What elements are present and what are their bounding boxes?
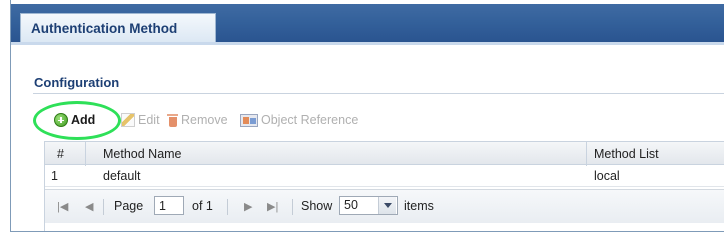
column-header-method-name[interactable]: Method Name [103,147,182,161]
column-divider [586,142,587,166]
pagination-bar: |◀ ◀ Page of 1 ▶ ▶| Show 50 items [45,189,724,223]
pager-divider [227,199,228,215]
next-page-icon[interactable]: ▶ [244,200,252,213]
page-count-label: of 1 [192,199,213,213]
page-size-select[interactable]: 50 [339,196,398,215]
section-divider [33,93,724,94]
tab-bar: Authentication Method [11,4,724,42]
page-size-value: 50 [344,198,358,212]
page-label: Page [114,199,144,213]
row-method-list: local [594,169,620,183]
table-header: # Method Name Method List [45,141,724,166]
object-reference-label: Object Reference [261,113,359,127]
edit-icon [121,113,135,127]
object-reference-icon [240,113,258,127]
column-divider [85,142,86,166]
remove-button[interactable]: Remove [167,110,228,130]
column-header-method-list[interactable]: Method List [594,147,659,161]
method-table: # Method Name Method List 1 default loca… [44,141,724,231]
add-label: Add [71,113,96,127]
last-page-icon[interactable]: ▶| [267,200,278,213]
edit-label: Edit [138,113,160,127]
column-header-index[interactable]: # [57,147,64,161]
row-index: 1 [51,169,58,183]
edit-button[interactable]: Edit [121,110,160,130]
pager-divider [103,199,104,215]
tab-underline [11,42,724,45]
add-button[interactable]: Add [54,110,95,130]
previous-page-icon[interactable]: ◀ [85,200,93,213]
show-label: Show [301,199,333,213]
trash-icon [167,113,178,127]
add-icon [54,113,68,127]
object-reference-button[interactable]: Object Reference [240,110,358,130]
pager-divider [292,199,293,215]
section-title: Configuration [34,75,120,90]
tab-authentication-method[interactable]: Authentication Method [20,13,216,42]
row-method-name: default [103,169,141,183]
page-number-input[interactable] [154,196,184,215]
toolbar: Add Edit Remove Object Reference [44,110,724,132]
first-page-icon[interactable]: |◀ [57,200,68,213]
content-panel: Authentication Method Configuration Add … [10,0,724,232]
items-label: items [404,199,434,213]
table-row[interactable]: 1 default local [45,165,724,187]
remove-label: Remove [181,113,228,127]
chevron-down-icon[interactable] [378,197,396,214]
